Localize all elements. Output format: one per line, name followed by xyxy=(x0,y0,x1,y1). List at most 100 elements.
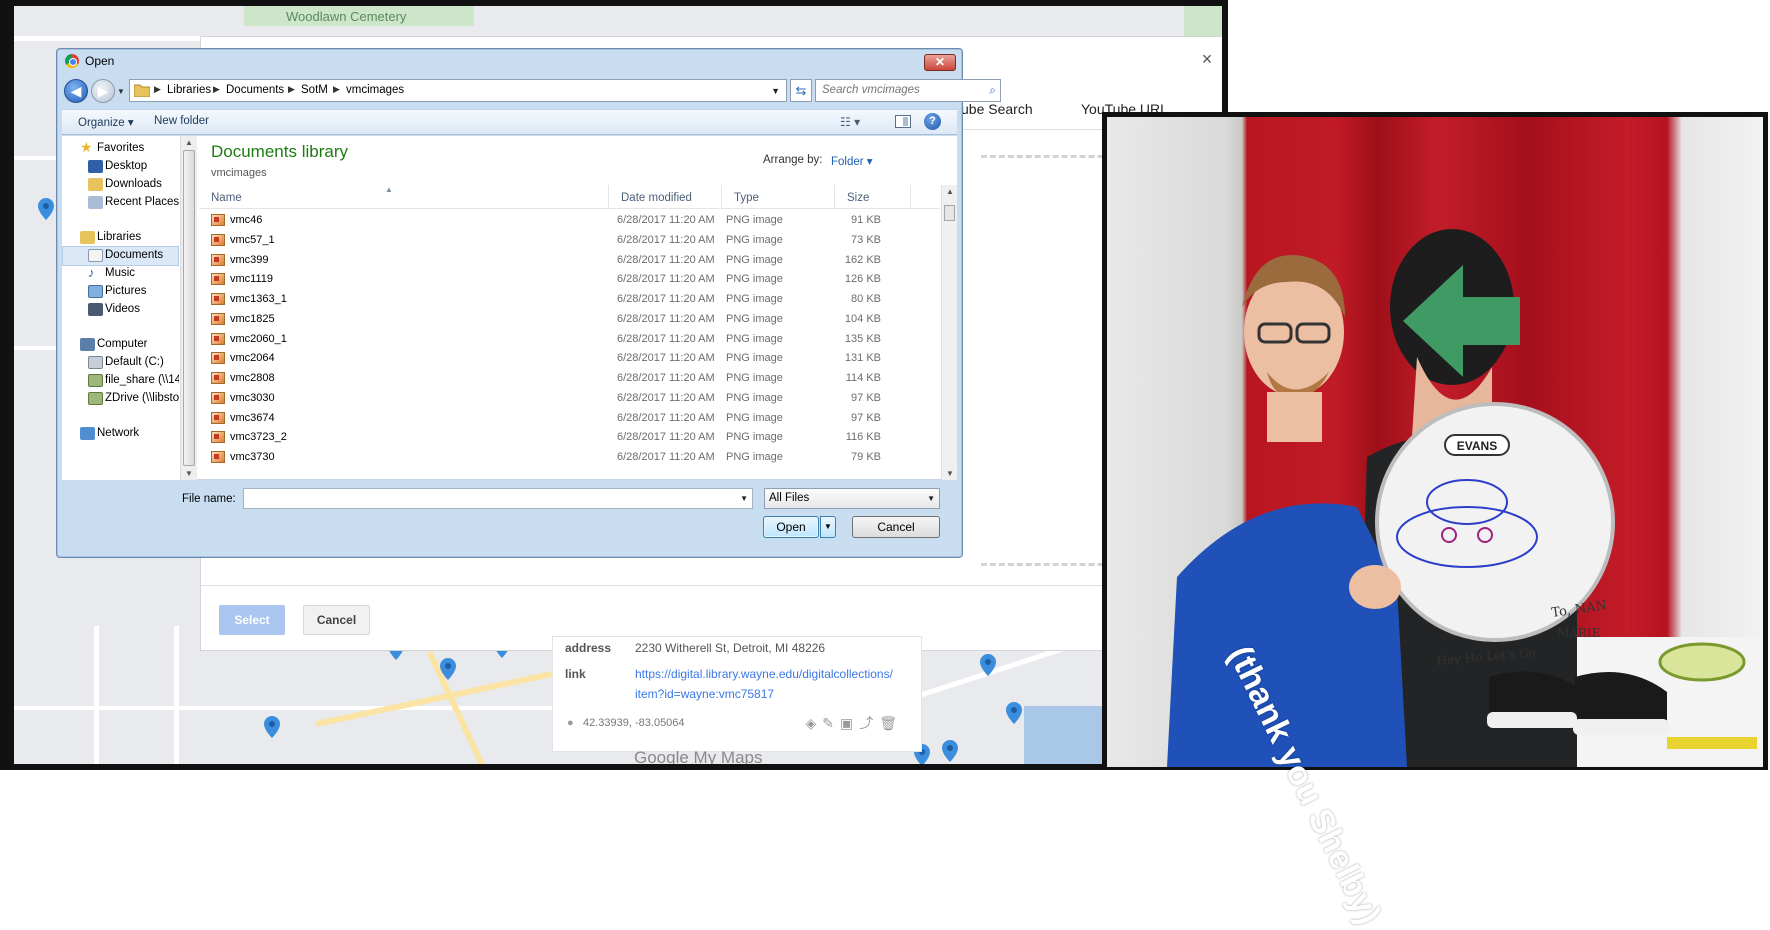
png-file-icon xyxy=(211,233,225,246)
forward-button[interactable]: ▶ xyxy=(91,79,115,103)
file-size: 79 KB xyxy=(851,451,881,463)
breadcrumb-separator[interactable]: ▶ xyxy=(333,84,340,95)
map-pin-icon[interactable] xyxy=(264,716,280,738)
nav-videos[interactable]: Videos xyxy=(62,300,179,320)
nav-network[interactable]: Network xyxy=(62,424,179,444)
file-row[interactable]: vmc2808 6/28/2017 11:20 AM PNG image 114 KB xyxy=(199,369,940,389)
edit-icon[interactable]: ✎ xyxy=(822,715,840,731)
file-row[interactable]: vmc57_1 6/28/2017 11:20 AM PNG image 73 KB xyxy=(199,231,940,251)
new-folder-button[interactable]: New folder xyxy=(154,115,209,127)
scroll-up-icon[interactable]: ▲ xyxy=(946,187,954,196)
cancel-button[interactable]: Cancel xyxy=(852,516,940,538)
link-value-line2[interactable]: item?id=wayne:vmc75817 xyxy=(635,687,774,701)
nav-downloads[interactable]: Downloads xyxy=(62,175,179,195)
map-pin-icon[interactable] xyxy=(980,654,996,676)
file-row[interactable]: vmc2060_1 6/28/2017 11:20 AM PNG image 135 … xyxy=(199,330,940,350)
organize-button[interactable]: Organize ▾ xyxy=(78,115,134,129)
file-list-scrollbar[interactable]: ▲ ▼ xyxy=(941,185,957,480)
breadcrumb-libraries[interactable]: Libraries xyxy=(167,84,211,96)
png-file-icon xyxy=(211,312,225,325)
scroll-thumb[interactable] xyxy=(944,205,955,221)
camera-icon[interactable]: ▣ xyxy=(840,715,859,731)
documents-icon xyxy=(88,249,103,262)
file-row[interactable]: vmc3723_2 6/28/2017 11:20 AM PNG image 116 … xyxy=(199,428,940,448)
link-value-line1[interactable]: https://digital.library.wayne.edu/digita… xyxy=(635,667,893,681)
nav-file-share[interactable]: file_share (\\141.2 xyxy=(62,371,179,391)
search-icon[interactable]: ⌕ xyxy=(989,83,996,98)
column-type[interactable]: Type xyxy=(722,185,835,209)
tab-youtube-search[interactable]: ube Search xyxy=(961,101,1033,117)
file-row[interactable]: vmc1825 6/28/2017 11:20 AM PNG image 104 KB xyxy=(199,310,940,330)
coordinates: 42.33939, -83.05064 xyxy=(583,717,685,729)
breadcrumb-separator[interactable]: ▶ xyxy=(288,84,295,95)
recent-pages-dropdown[interactable]: ▼ xyxy=(117,87,125,96)
file-row[interactable]: vmc3030 6/28/2017 11:20 AM PNG image 97 KB xyxy=(199,389,940,409)
nav-pictures[interactable]: Pictures xyxy=(62,282,179,302)
scroll-down-icon[interactable]: ▼ xyxy=(185,469,193,478)
search-box[interactable]: ⌕ xyxy=(815,79,1001,102)
nav-favorites[interactable]: ★ Favorites xyxy=(62,139,179,159)
breadcrumb-separator[interactable]: ▶ xyxy=(213,84,220,95)
nav-computer[interactable]: Computer xyxy=(62,335,179,355)
map-pin-icon[interactable] xyxy=(38,198,54,220)
back-button[interactable]: ◀ xyxy=(64,79,88,103)
nav-scrollbar[interactable]: ▲ ▼ xyxy=(180,136,197,480)
file-row[interactable]: vmc1363_1 6/28/2017 11:20 AM PNG image 80 K… xyxy=(199,290,940,310)
file-size: 114 KB xyxy=(845,372,881,384)
breadcrumb-documents[interactable]: Documents xyxy=(226,84,284,96)
column-date-modified[interactable]: Date modified xyxy=(609,185,722,209)
nav-recent-places[interactable]: Recent Places xyxy=(62,193,179,213)
column-name[interactable]: Name ▲ xyxy=(199,185,609,209)
png-file-icon xyxy=(211,273,225,286)
close-icon[interactable]: × xyxy=(1197,49,1217,70)
map-pin-icon[interactable] xyxy=(440,658,456,680)
file-type-select[interactable]: All Files ▼ xyxy=(764,488,940,509)
nav-drive-c[interactable]: Default (C:) xyxy=(62,353,179,373)
delete-icon[interactable]: 🗑 xyxy=(879,715,903,731)
scroll-down-icon[interactable]: ▼ xyxy=(946,469,954,478)
nav-libraries[interactable]: Libraries xyxy=(62,228,179,248)
search-input[interactable] xyxy=(820,83,980,97)
chevron-down-icon[interactable]: ▼ xyxy=(927,494,935,503)
file-row[interactable]: vmc1119 6/28/2017 11:20 AM PNG image 126 KB xyxy=(199,270,940,290)
open-options-dropdown[interactable]: ▼ xyxy=(820,516,836,538)
breadcrumb-separator[interactable]: ▶ xyxy=(154,84,161,95)
nav-desktop[interactable]: Desktop xyxy=(62,157,179,177)
help-icon[interactable]: ? xyxy=(924,113,941,130)
file-row[interactable]: vmc3674 6/28/2017 11:20 AM PNG image 97 KB xyxy=(199,409,940,429)
map-pin-icon[interactable] xyxy=(1006,702,1022,724)
preview-pane-icon[interactable] xyxy=(895,115,911,128)
directions-icon[interactable]: ⤴ xyxy=(859,715,879,731)
refresh-button[interactable]: ⇆ xyxy=(790,79,812,102)
open-button[interactable]: Open xyxy=(763,516,819,538)
file-date: 6/28/2017 11:20 AM xyxy=(617,332,715,345)
file-size: 162 KB xyxy=(844,253,881,266)
paint-icon[interactable]: ◈ xyxy=(805,715,822,731)
address-bar[interactable]: ▶ Libraries ▶ Documents ▶ SotM ▶ vmcimag… xyxy=(129,79,787,102)
nav-zdrive[interactable]: ZDrive (\\libstor) xyxy=(62,389,179,409)
breadcrumb-sotm[interactable]: SotM xyxy=(301,84,328,96)
scroll-up-icon[interactable]: ▲ xyxy=(185,138,193,147)
nav-music[interactable]: ♪ Music xyxy=(62,264,179,284)
file-row[interactable]: vmc2064 6/28/2017 11:20 AM PNG image 131 KB xyxy=(199,349,940,369)
column-size[interactable]: Size xyxy=(835,185,911,209)
file-name-input[interactable] xyxy=(247,491,727,505)
file-name-field[interactable]: ▼ xyxy=(243,488,753,509)
cancel-button[interactable]: Cancel xyxy=(303,605,370,635)
address-dropdown-icon[interactable]: ▼ xyxy=(771,86,780,96)
select-button[interactable]: Select xyxy=(219,605,285,635)
chevron-down-icon[interactable]: ▼ xyxy=(740,494,748,503)
view-options-icon[interactable]: ☷ ▾ xyxy=(840,115,860,129)
scroll-thumb[interactable] xyxy=(183,150,195,466)
file-row[interactable]: vmc46 6/28/2017 11:20 AM PNG image 91 KB xyxy=(199,211,940,231)
close-button[interactable]: ✕ xyxy=(924,54,956,71)
breadcrumb-vmcimages[interactable]: vmcimages xyxy=(346,84,404,96)
map-pin-icon[interactable] xyxy=(942,740,958,762)
arrange-by-label: Arrange by: xyxy=(763,154,823,166)
file-row[interactable]: vmc399 6/28/2017 11:20 AM PNG image 162 KB xyxy=(199,251,940,271)
file-row[interactable]: vmc3730 6/28/2017 11:20 AM PNG image 79 KB xyxy=(199,448,940,468)
arrange-by-dropdown[interactable]: Folder ▾ xyxy=(831,154,873,168)
nav-documents[interactable]: Documents xyxy=(62,246,179,266)
toolbar: Organize ▾ New folder ☷ ▾ ? xyxy=(62,109,957,135)
file-date: 6/28/2017 11:20 AM xyxy=(617,451,715,463)
